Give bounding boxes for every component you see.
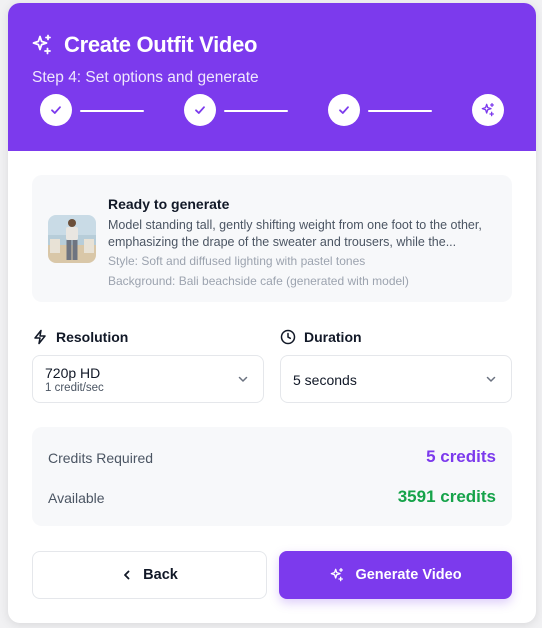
generation-summary: Ready to generate Model standing tall, g… [32,175,512,302]
credits-required-value: 5 credits [426,447,496,466]
credits-panel: Credits Required 5 credits Available 359… [32,427,512,526]
summary-description: Model standing tall, gently shifting wei… [108,218,482,249]
resolution-rate: 1 credit/sec [45,382,104,394]
back-button-label: Back [143,567,178,583]
summary-style: Style: Soft and diffused lighting with p… [108,254,366,268]
summary-title: Ready to generate [108,196,230,212]
duration-label: Duration [304,329,362,345]
step-connector [80,110,144,112]
step-4-current [472,94,504,126]
title-row: Create Outfit Video [30,31,257,59]
check-icon [339,106,349,114]
dialog-header: Create Outfit Video Step 4: Set options … [8,3,536,151]
step-connector [224,110,288,112]
outfit-thumbnail [48,215,96,263]
duration-value: 5 seconds [293,372,357,388]
step-subtitle: Step 4: Set options and generate [32,69,259,86]
credits-required-label: Credits Required [48,450,154,466]
generate-video-label: Generate Video [355,567,462,583]
step-connector [368,110,432,112]
sparkles-icon [32,34,51,55]
generate-video-button[interactable]: Generate Video [279,551,512,599]
chevron-down-icon [238,376,248,382]
step-2-completed [184,94,216,126]
credits-available-value: 3591 credits [397,487,496,506]
page-title: Create Outfit Video [64,32,258,57]
back-button[interactable]: Back [32,551,267,599]
clock-icon [280,329,296,345]
resolution-select[interactable]: 720p HD 1 credit/sec [32,355,264,403]
sparkles-icon [481,103,494,117]
summary-background: Background: Bali beachside cafe (generat… [108,274,409,288]
credits-available-label: Available [48,490,105,506]
check-icon [195,106,205,114]
chevron-down-icon [486,376,496,382]
sparkles-icon [331,568,344,582]
resolution-label-row: Resolution [32,329,128,345]
resolution-label: Resolution [56,329,129,345]
step-3-completed [328,94,360,126]
create-outfit-video-dialog: Create Outfit Video Step 4: Set options … [8,3,536,623]
step-1-completed [40,94,72,126]
check-icon [51,106,61,114]
progress-stepper [8,94,536,128]
lightning-icon [34,329,46,345]
resolution-value: 720p HD [45,365,101,381]
duration-select[interactable]: 5 seconds [280,355,512,403]
duration-label-row: Duration [280,329,362,345]
chevron-left-icon [124,570,130,580]
